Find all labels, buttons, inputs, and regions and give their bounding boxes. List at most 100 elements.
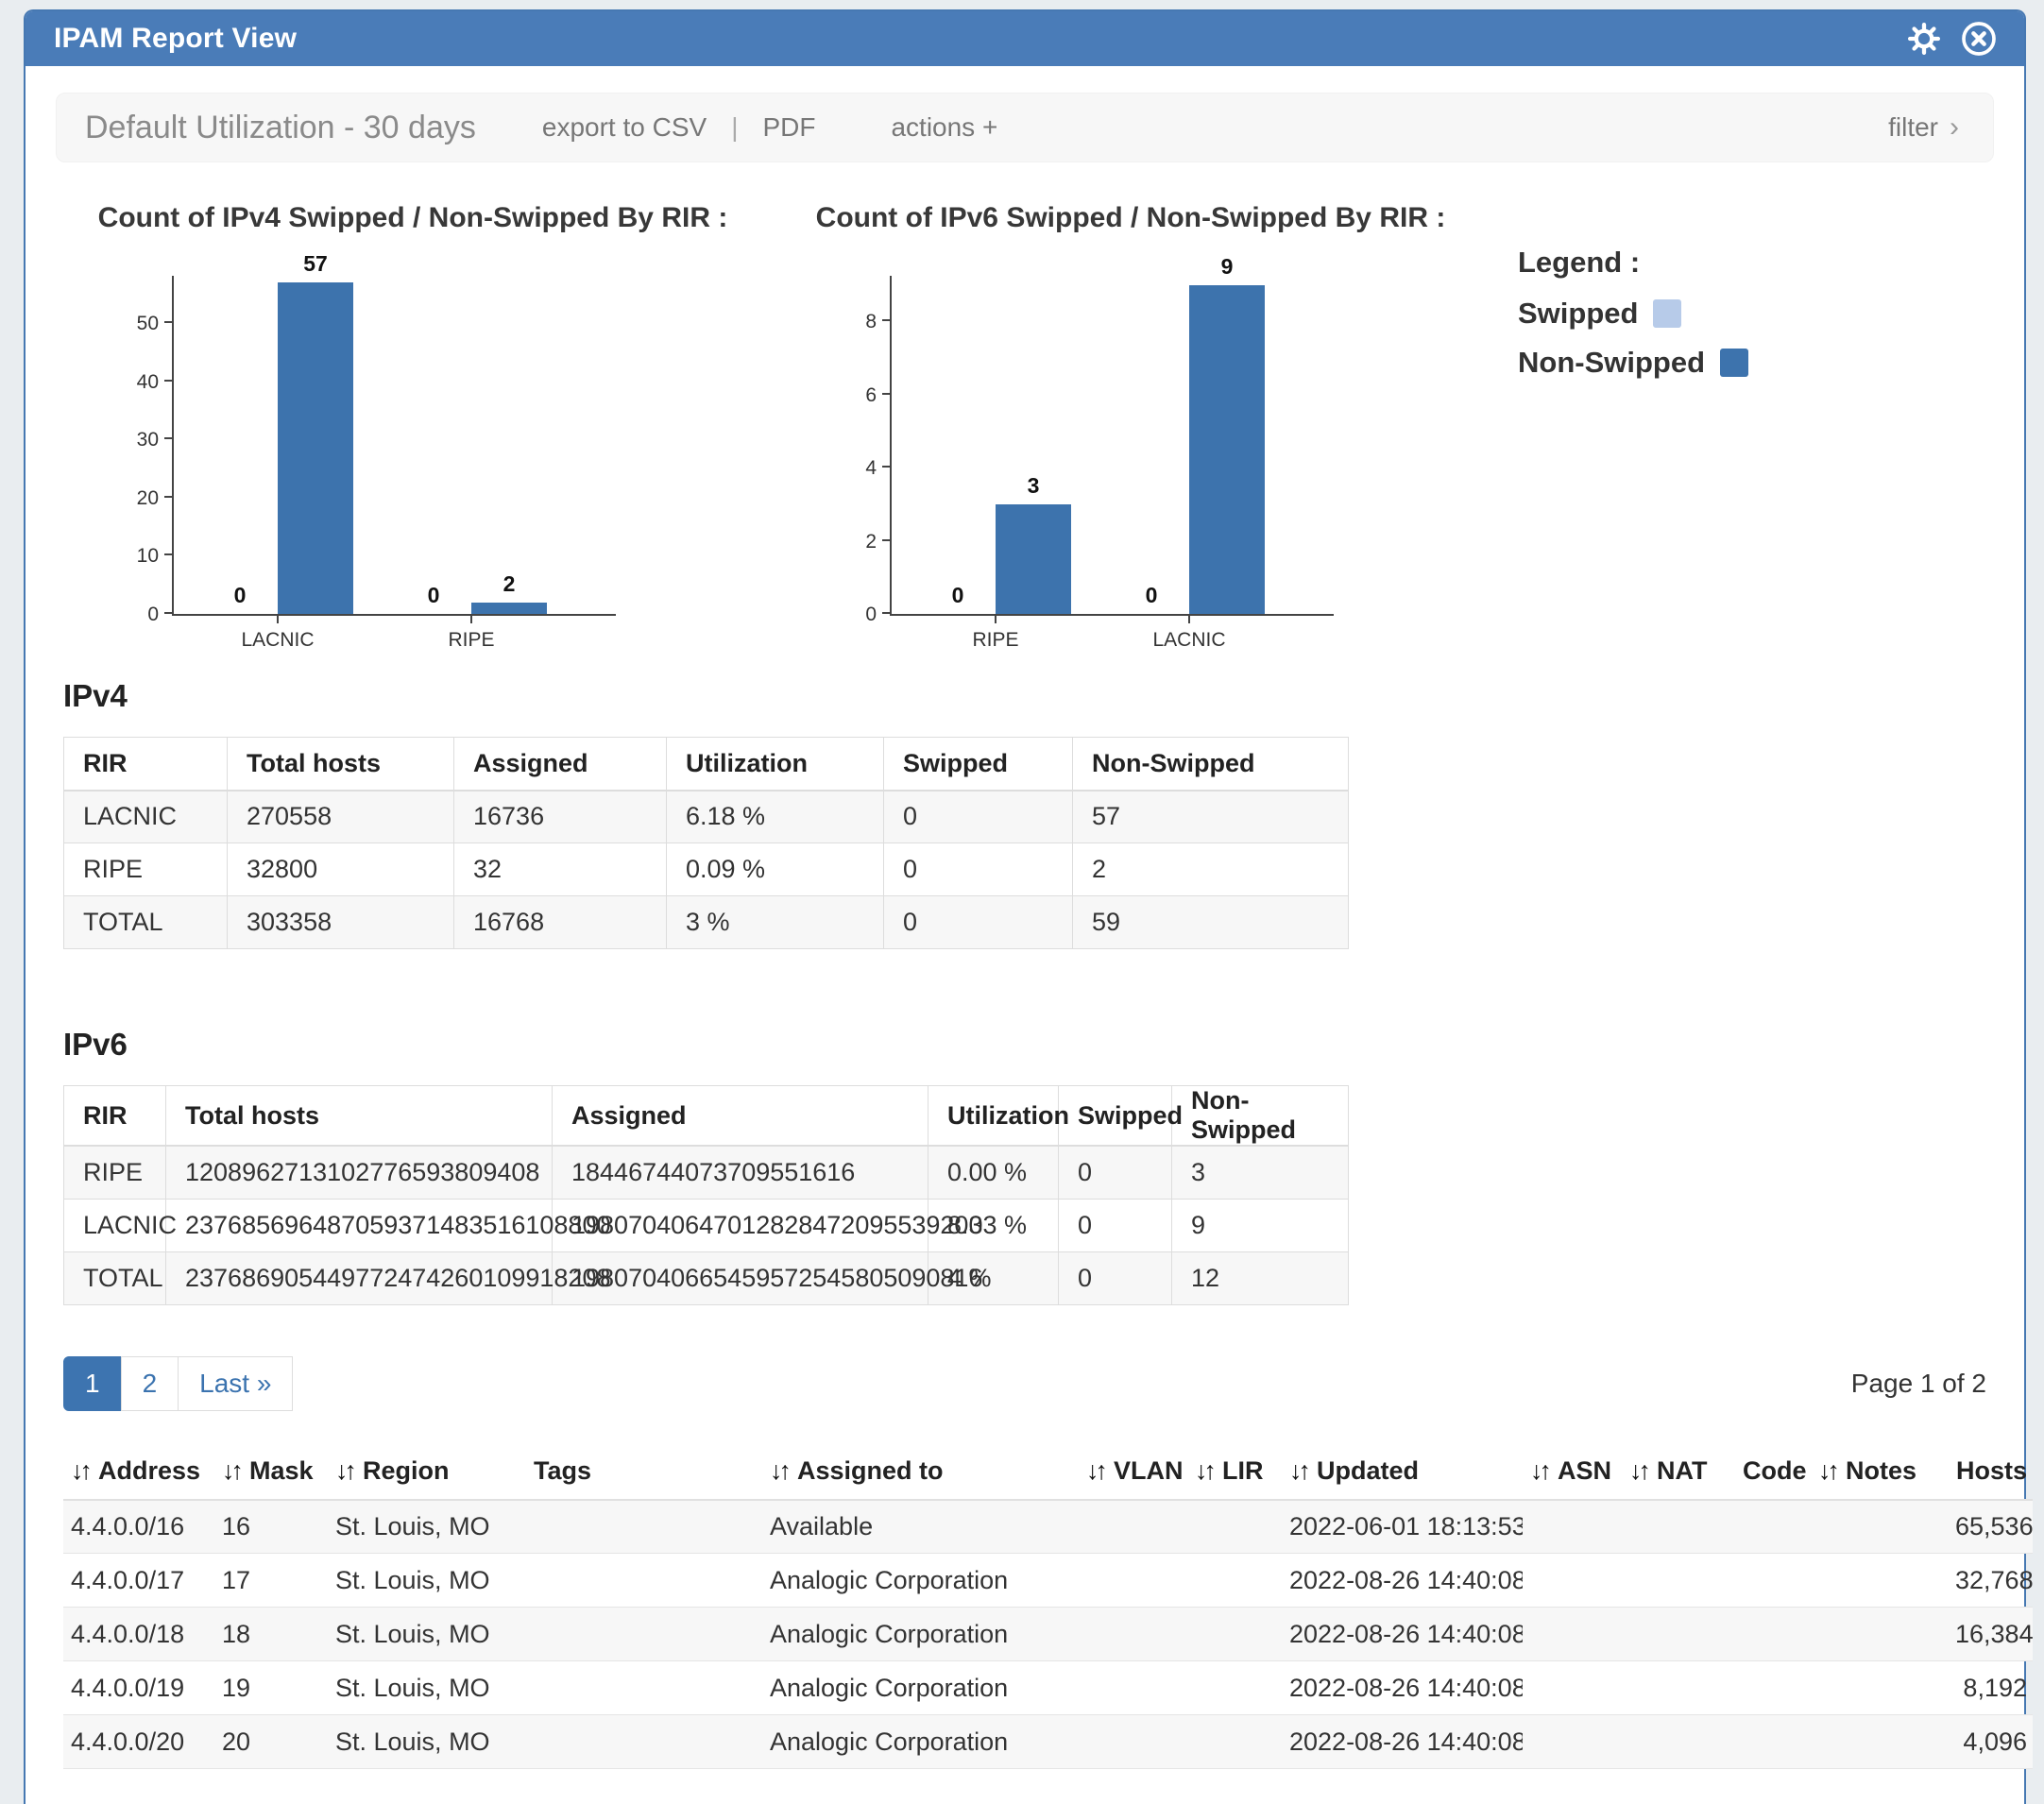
column-header-updated[interactable]: ↓↑Updated <box>1282 1443 1523 1500</box>
table-cell: Available <box>762 1500 1079 1554</box>
toolbar-separator: | <box>731 112 738 143</box>
bar-non-swipped-ripe[interactable] <box>471 603 547 614</box>
table-cell <box>1079 1554 1187 1608</box>
filter-toggle[interactable]: filter › <box>1888 111 1959 144</box>
table-row: RIPE120896271310277659380940818446744073… <box>64 1146 1349 1199</box>
column-header-asn[interactable]: ↓↑ASN <box>1523 1443 1622 1500</box>
table-cell <box>1811 1500 1948 1554</box>
bar-value-label: 9 <box>1189 254 1265 280</box>
chevron-right-icon: › <box>1950 111 1959 143</box>
legend-label-swipped: Swipped <box>1518 297 1638 331</box>
legend-swatch-swipped <box>1653 299 1681 328</box>
bar-non-swipped-ripe[interactable] <box>996 504 1071 614</box>
table-row[interactable]: 4.4.0.0/1818St. Louis, MOAnalogic Corpor… <box>63 1608 2033 1661</box>
legend-item-non-swipped: Non-Swipped <box>1518 346 1748 380</box>
sort-icon: ↓↑ <box>1289 1456 1307 1485</box>
x-axis-label: RIPE <box>415 629 528 652</box>
filter-label: filter <box>1888 112 1938 142</box>
table-cell: 16768 <box>454 896 667 949</box>
chart-legend: Legend : Swipped Non-Swipped <box>1518 246 1748 616</box>
gear-icon[interactable] <box>1905 20 1943 58</box>
pagination: 12Last » <box>63 1356 293 1411</box>
table-cell: 9 <box>1172 1199 1349 1251</box>
sort-icon: ↓↑ <box>770 1456 788 1485</box>
table-cell: 2022-08-26 14:40:08 <box>1282 1554 1523 1608</box>
column-label: Utilization <box>686 749 808 777</box>
table-cell <box>1187 1661 1282 1715</box>
column-header-assigned-to[interactable]: ↓↑Assigned to <box>762 1443 1079 1500</box>
page-button-2[interactable]: 2 <box>121 1356 179 1411</box>
column-header-rir: RIR <box>64 738 228 791</box>
table-cell: 8.33 % <box>928 1199 1059 1251</box>
table-cell <box>526 1715 762 1769</box>
table-cell: 4.4.0.0/16 <box>63 1500 214 1554</box>
table-cell <box>1811 1608 1948 1661</box>
legend-label-non-swipped: Non-Swipped <box>1518 346 1705 380</box>
table-row[interactable]: 4.4.0.0/1919St. Louis, MOAnalogic Corpor… <box>63 1661 2033 1715</box>
y-axis-label: 40 <box>102 371 159 394</box>
y-axis-label: 4 <box>820 457 877 480</box>
table-cell: 4,096 <box>1948 1715 2033 1769</box>
table-row[interactable]: 4.4.0.0/2020St. Louis, MOAnalogic Corpor… <box>63 1715 2033 1769</box>
table-cell <box>1811 1715 1948 1769</box>
column-header-region[interactable]: ↓↑Region <box>328 1443 526 1500</box>
bar-value-label: 0 <box>396 583 471 608</box>
table-cell: 59 <box>1073 896 1349 949</box>
bar-non-swipped-lacnic[interactable] <box>1189 285 1265 614</box>
close-icon[interactable] <box>1960 20 1998 58</box>
table-cell <box>1079 1500 1187 1554</box>
y-axis-label: 30 <box>102 429 159 451</box>
x-axis-tick <box>1188 614 1190 623</box>
page-button-1[interactable]: 1 <box>63 1356 122 1411</box>
export-csv-link[interactable]: export to CSV <box>542 112 707 143</box>
charts-row: Count of IPv4 Swipped / Non-Swipped By R… <box>82 202 2024 616</box>
table-cell: 0 <box>1059 1251 1172 1304</box>
ipv4-section: IPv4 RIRTotal hostsAssignedUtilizationSw… <box>26 678 2024 949</box>
table-cell: 2022-06-01 18:13:53 <box>1282 1500 1523 1554</box>
table-cell: 4.4.0.0/17 <box>63 1554 214 1608</box>
column-label: Code <box>1743 1456 1807 1485</box>
table-cell: 4 % <box>928 1251 1059 1304</box>
actions-menu-link[interactable]: actions + <box>891 112 997 143</box>
table-cell <box>1523 1554 1622 1608</box>
table-cell: 3 % <box>667 896 884 949</box>
table-cell: Analogic Corporation <box>762 1715 1079 1769</box>
column-header-nat[interactable]: ↓↑NAT <box>1622 1443 1735 1500</box>
table-cell <box>1811 1661 1948 1715</box>
y-axis-label: 0 <box>820 604 877 626</box>
table-cell: 18446744073709551616 <box>553 1146 928 1199</box>
table-cell: St. Louis, MO <box>328 1608 526 1661</box>
ipv4-chart: Count of IPv4 Swipped / Non-Swipped By R… <box>82 202 743 616</box>
y-axis-tick <box>164 380 174 382</box>
table-cell: 2022-08-26 14:40:08 <box>1282 1661 1523 1715</box>
y-axis-label: 6 <box>820 384 877 407</box>
table-cell: 0 <box>884 843 1073 896</box>
table-cell: 0.00 % <box>928 1146 1059 1199</box>
report-view-panel: IPAM Report View Default Utilization - <box>24 9 2026 1804</box>
column-label: Swipped <box>1078 1101 1183 1130</box>
table-cell: 20 <box>214 1715 328 1769</box>
column-header-swipped: Swipped <box>1059 1086 1172 1147</box>
column-label: VLAN <box>1114 1456 1184 1485</box>
table-row[interactable]: 4.4.0.0/1717St. Louis, MOAnalogic Corpor… <box>63 1554 2033 1608</box>
sort-icon: ↓↑ <box>1530 1456 1548 1485</box>
column-header-assigned: Assigned <box>553 1086 928 1147</box>
column-header-address[interactable]: ↓↑Address <box>63 1443 214 1500</box>
bar-non-swipped-lacnic[interactable] <box>278 282 353 614</box>
table-header-row: RIRTotal hostsAssignedUtilizationSwipped… <box>64 738 1349 791</box>
x-axis-label: RIPE <box>939 629 1052 652</box>
column-header-lir[interactable]: ↓↑LIR <box>1187 1443 1282 1500</box>
window-title: IPAM Report View <box>54 23 297 55</box>
column-header-mask[interactable]: ↓↑Mask <box>214 1443 328 1500</box>
column-header-vlan[interactable]: ↓↑VLAN <box>1079 1443 1187 1500</box>
table-cell: 19807040647012828472095539200 <box>553 1199 928 1251</box>
x-axis-tick <box>277 614 279 623</box>
table-cell: 0 <box>884 896 1073 949</box>
bar-value-label: 57 <box>278 251 353 277</box>
export-pdf-link[interactable]: PDF <box>762 112 815 143</box>
page-button-last[interactable]: Last » <box>178 1356 293 1411</box>
table-row: TOTAL303358167683 %059 <box>64 896 1349 949</box>
column-header-notes[interactable]: ↓↑Notes <box>1811 1443 1948 1500</box>
table-row[interactable]: 4.4.0.0/1616St. Louis, MOAvailable2022-0… <box>63 1500 2033 1554</box>
column-header-assigned: Assigned <box>454 738 667 791</box>
